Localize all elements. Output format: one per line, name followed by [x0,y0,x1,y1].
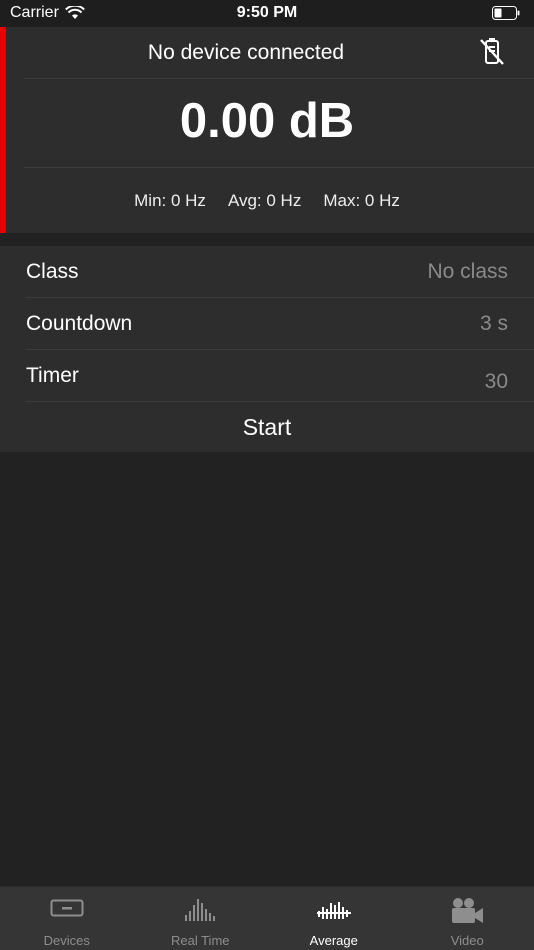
min-frequency: Min: 0 Hz [134,191,206,210]
settings-list: Class No class Countdown 3 s Timer 30 St… [0,246,534,452]
countdown-row[interactable]: Countdown 3 s [0,298,534,350]
tab-average[interactable]: Average [267,887,401,950]
class-row[interactable]: Class No class [0,246,534,298]
class-value: No class [427,260,508,283]
frequency-stats: Min: 0 Hz Avg: 0 Hz Max: 0 Hz [0,191,534,211]
divider [24,78,534,79]
tab-real-time[interactable]: Real Time [134,887,268,950]
tab-label: Real Time [170,933,230,948]
max-frequency: Max: 0 Hz [323,191,400,210]
class-label: Class [26,260,79,283]
no-device-icon[interactable] [478,37,506,67]
device-title: No device connected [147,41,345,64]
real-time-icon [185,899,216,921]
video-icon [452,898,484,923]
avg-frequency: Avg: 0 Hz [227,191,302,210]
timer-label: Timer [26,364,79,387]
db-value: 0.00 dB [179,94,355,148]
tab-video[interactable]: Video [401,887,534,950]
countdown-value: 3 s [479,312,508,335]
devices-icon [50,899,84,917]
tab-bar: Devices Real Time Average Video [0,886,534,950]
timer-row[interactable]: Timer 30 [0,350,534,402]
device-panel: No device connected 0.00 dB Min: 0 Hz Av… [0,27,534,233]
tab-label: Video [450,933,484,948]
divider [24,167,534,168]
status-time: 9:50 PM [236,4,298,21]
battery-icon [492,6,520,20]
average-icon [316,902,351,919]
start-button[interactable]: Start [0,402,534,452]
status-bar: Carrier 9:50 PM [0,0,534,27]
timer-value[interactable]: 30 [485,370,508,394]
tab-devices[interactable]: Devices [0,887,134,950]
countdown-label: Countdown [26,312,133,335]
tab-label: Devices [43,933,90,948]
tab-label: Average [309,933,358,948]
